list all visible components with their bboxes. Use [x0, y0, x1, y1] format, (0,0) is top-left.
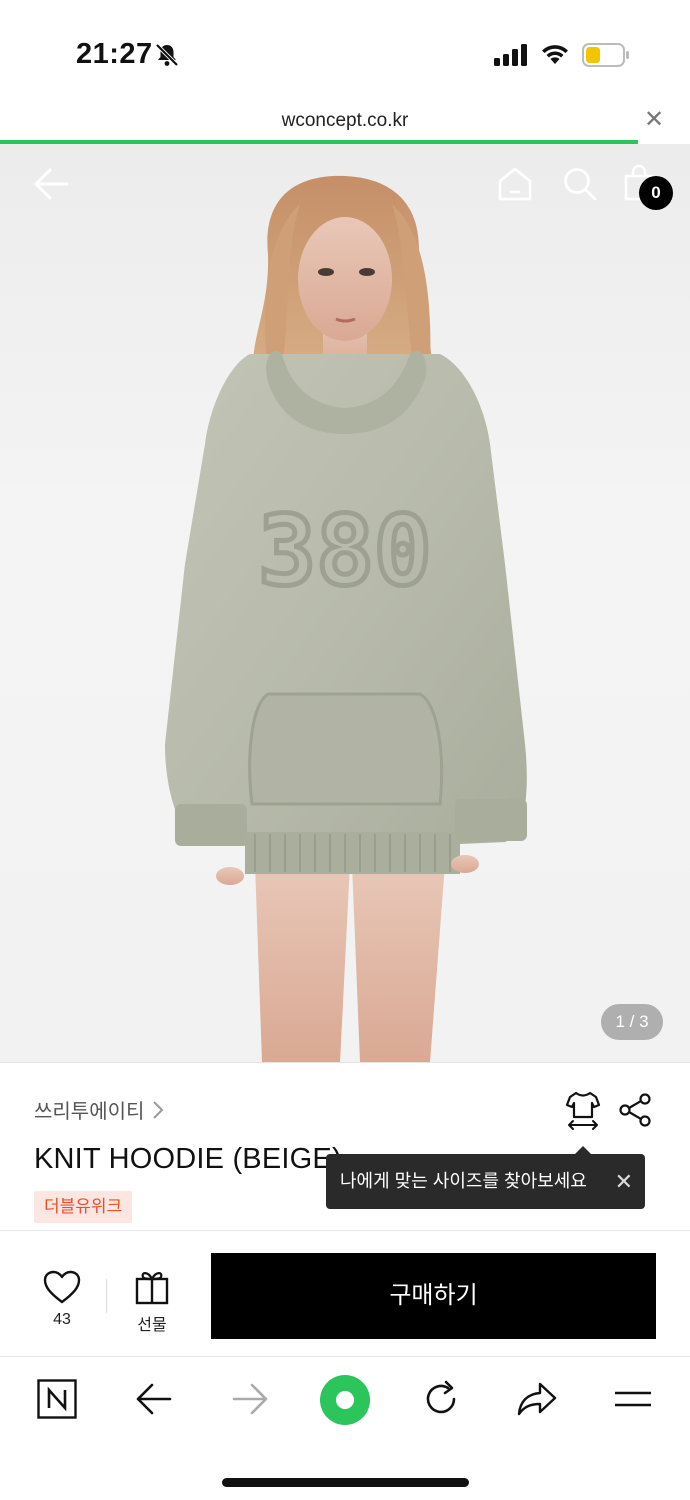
product-photo: 380: [165, 175, 527, 1062]
image-counter: 1 / 3: [601, 1004, 663, 1040]
like-count: 43: [53, 1311, 71, 1328]
divider: [106, 1279, 107, 1313]
gift-icon[interactable]: [134, 1269, 170, 1305]
product-image[interactable]: 380 0 1 / 3: [0, 144, 690, 1062]
back-arrow-icon[interactable]: [32, 166, 70, 202]
cart-count-badge: 0: [639, 176, 673, 210]
size-tooltip[interactable]: 나에게 맞는 사이즈를 찾아보세요 ✕: [326, 1154, 645, 1209]
status-time: 21:27: [76, 38, 153, 70]
tooltip-arrow: [575, 1146, 591, 1154]
home-icon[interactable]: [497, 166, 533, 202]
url-text[interactable]: wconcept.co.kr: [0, 110, 690, 132]
battery-icon: [582, 43, 629, 67]
share-arrow-icon[interactable]: [516, 1379, 558, 1419]
close-icon[interactable]: ✕: [615, 1154, 633, 1209]
product-title: KNIT HOODIE (BEIGE): [34, 1143, 342, 1175]
url-bar: wconcept.co.kr ✕: [0, 100, 690, 144]
wifi-icon: [542, 45, 568, 64]
naver-icon[interactable]: [37, 1379, 77, 1419]
status-bar: 21:27: [0, 0, 690, 100]
menu-icon[interactable]: [613, 1379, 653, 1419]
chevron-right-icon: [153, 1100, 164, 1119]
reload-icon[interactable]: [421, 1379, 461, 1419]
share-icon[interactable]: [619, 1093, 653, 1127]
browser-toolbar: [0, 1356, 690, 1500]
heart-icon[interactable]: [42, 1269, 82, 1305]
size-guide-icon[interactable]: [565, 1091, 601, 1131]
brand-link[interactable]: 쓰리투에이티: [34, 1095, 164, 1124]
forward-arrow-icon[interactable]: [231, 1379, 269, 1419]
size-tooltip-text: 나에게 맞는 사이즈를 찾아보세요: [340, 1171, 587, 1191]
home-indicator[interactable]: [222, 1478, 469, 1487]
buy-button[interactable]: 구매하기: [211, 1253, 656, 1339]
purchase-bar: 43 선물 구매하기: [0, 1230, 690, 1356]
sweater-print: 380: [258, 495, 431, 607]
gift-label: 선물: [137, 1317, 167, 1334]
event-tag: 더블유위크: [34, 1191, 133, 1223]
back-arrow-icon[interactable]: [135, 1379, 173, 1419]
signal-icon: [494, 44, 527, 66]
search-icon[interactable]: [562, 166, 598, 202]
brand-name: 쓰리투에이티: [34, 1101, 145, 1123]
green-dot-icon[interactable]: [319, 1374, 371, 1426]
bell-off-icon: [155, 43, 179, 67]
close-icon[interactable]: ✕: [644, 108, 664, 132]
product-info: 쓰리투에이티 KNIT HOODIE (BEIGE) 더블유위크 나에게 맞는 …: [0, 1062, 690, 1230]
